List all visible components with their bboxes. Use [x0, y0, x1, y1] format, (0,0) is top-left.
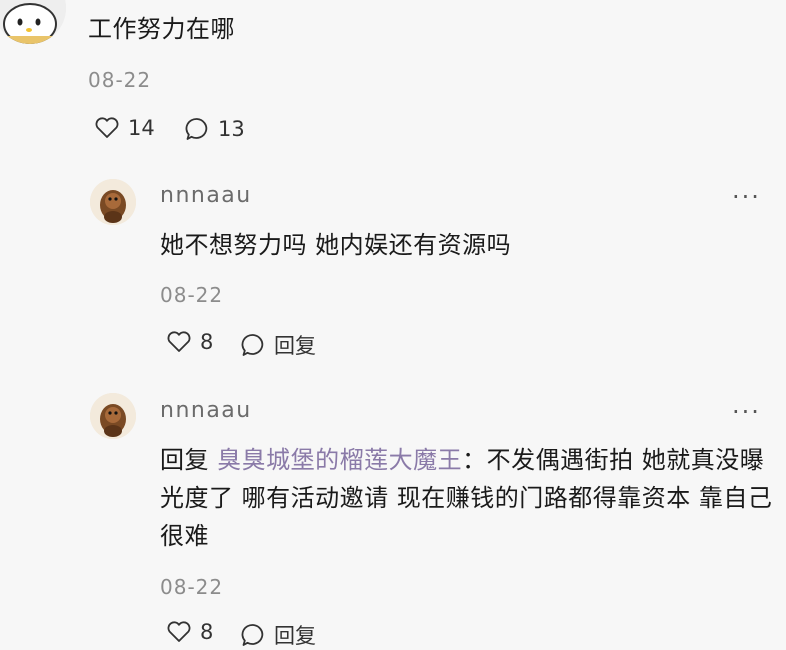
reply-text-block: 回复 臭臭城堡的榴莲大魔王：不发偶遇街拍 她就真没曝光度了 哪有活动邀请 现在赚…	[160, 441, 780, 555]
like-button[interactable]: 14	[94, 116, 155, 140]
reply-date: 08-22	[160, 575, 224, 599]
reply-date: 08-22	[160, 283, 224, 307]
heart-outline-icon	[166, 620, 192, 644]
speech-bubble-icon	[240, 622, 266, 648]
reply-button[interactable]: 回复	[240, 620, 316, 650]
like-count: 8	[200, 620, 214, 644]
like-count: 8	[200, 330, 214, 354]
comment-button[interactable]: 13	[184, 116, 245, 142]
more-dots-icon[interactable]: ···	[732, 398, 761, 426]
like-button[interactable]: 8	[166, 330, 213, 354]
reply-avatar[interactable]	[90, 393, 136, 439]
comment-text: 工作努力在哪	[88, 15, 235, 43]
heart-outline-icon	[94, 116, 120, 140]
like-count: 14	[128, 116, 155, 140]
reply-button[interactable]: 回复	[240, 330, 316, 360]
like-button[interactable]: 8	[166, 620, 213, 644]
reply-prefix: 回复	[160, 446, 218, 474]
reply-label: 回复	[274, 334, 316, 358]
reply-label: 回复	[274, 624, 316, 648]
avatar[interactable]	[0, 0, 66, 44]
speech-bubble-icon	[184, 116, 210, 142]
reply-avatar[interactable]	[90, 179, 136, 225]
comment-date: 08-22	[88, 68, 152, 92]
speech-bubble-icon	[240, 332, 266, 358]
mention-link[interactable]: 臭臭城堡的榴莲大魔王	[217, 446, 462, 474]
comment-count: 13	[218, 117, 245, 141]
heart-outline-icon	[166, 330, 192, 354]
more-dots-icon[interactable]: ···	[732, 183, 761, 211]
reply-text: 她不想努力吗 她内娱还有资源吗	[160, 231, 512, 259]
username[interactable]: nnnaau	[160, 183, 252, 208]
username[interactable]: nnnaau	[160, 398, 252, 423]
